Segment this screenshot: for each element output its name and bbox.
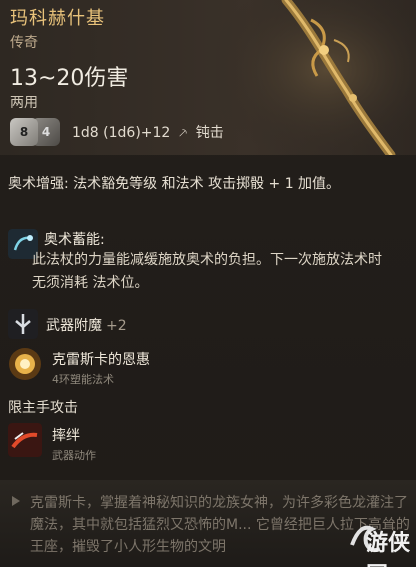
dice-formula-line: 1d8 (1d6)+12 ⸕ 钝击 (72, 122, 224, 142)
d8-die: 8 (10, 118, 38, 146)
dice-icon: 8 4 (10, 116, 64, 148)
passive-arcane-enhance: 奥术增强: 法术豁免等级 和法术 攻击掷骰 + 1 加值。 (8, 176, 341, 192)
weapon-enchant-icon (8, 309, 38, 339)
ability-subtitle: 4环塑能法术 (52, 373, 114, 386)
item-damage: 13~20伤害 (10, 66, 129, 91)
ability-weapon-enchant[interactable]: 武器附魔 +2 (8, 309, 127, 339)
ability-title: 奥术蓄能: (44, 232, 105, 248)
item-rarity: 传奇 (10, 35, 38, 51)
watermark-text: 游侠网 (366, 531, 411, 567)
item-tooltip: 玛科赫什基 传奇 13~20伤害 两用 8 4 1d8 (1d6)+12 ⸕ 钝… (0, 0, 416, 567)
watermark: 游侠网 (348, 515, 410, 567)
dice-row: 8 4 1d8 (1d6)+12 ⸕ 钝击 (10, 116, 224, 148)
damage-type: 钝击 (195, 125, 224, 141)
ability-topple[interactable]: 摔绊 武器动作 (8, 423, 96, 463)
trip-icon (8, 423, 42, 457)
ability-subtitle: 武器动作 (52, 449, 96, 462)
ability-title: 摔绊 (52, 428, 80, 444)
ability-kereskas-favour[interactable]: 克雷斯卡的恩惠 4环塑能法术 (8, 347, 150, 387)
main-hand-only-label: 限主手攻击 (8, 400, 78, 416)
dice-formula: 1d8 (1d6)+12 (72, 125, 171, 141)
staff-art-image (216, 0, 416, 155)
item-name: 玛科赫什基 (10, 8, 105, 29)
sun-sigil-icon (9, 348, 41, 380)
enchant-value: +2 (106, 318, 127, 334)
tooltip-header: 玛科赫什基 传奇 13~20伤害 两用 8 4 1d8 (1d6)+12 ⸕ 钝… (0, 0, 416, 155)
bludgeon-icon: ⸕ (177, 125, 189, 141)
item-handedness: 两用 (10, 95, 38, 111)
quote-icon (12, 496, 20, 506)
ability-desc: 此法杖的力量能减缓施放奥术的负担。下一次施放法术时无须消耗 法术位。 (32, 252, 382, 291)
ability-arcane-charge[interactable]: 奥术蓄能: 此法杖的力量能减缓施放奥术的负担。下一次施放法术时无须消耗 法术位。 (8, 229, 392, 295)
ability-title: 武器附魔 (46, 318, 102, 334)
ability-title: 克雷斯卡的恩惠 (52, 352, 150, 368)
